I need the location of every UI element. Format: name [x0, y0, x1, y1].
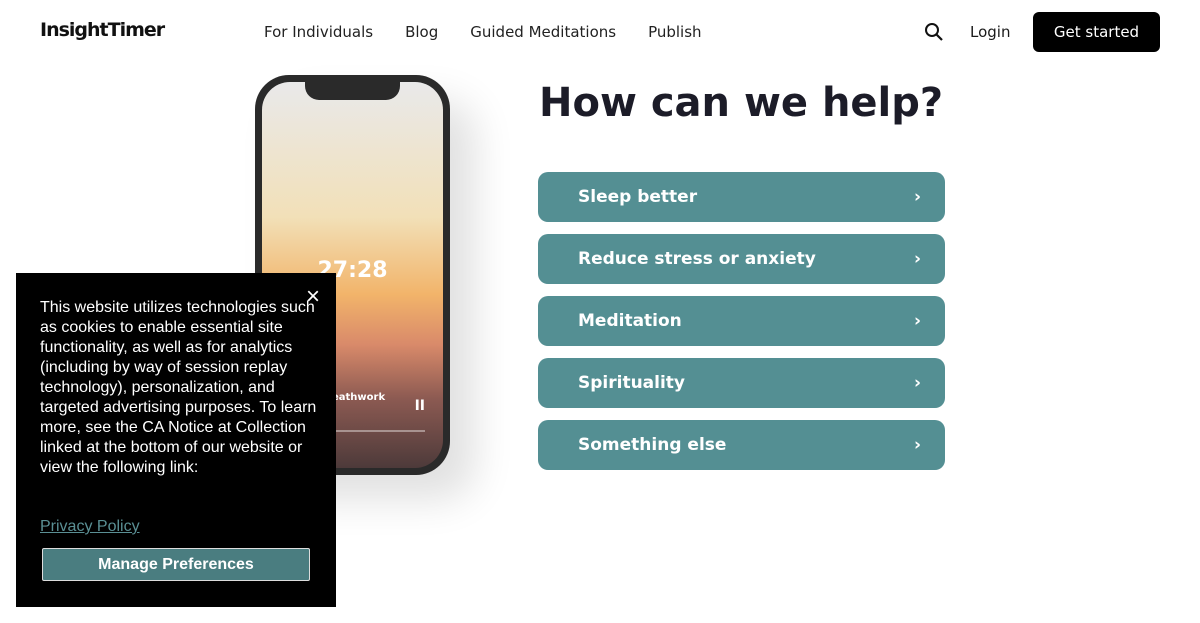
progress-bar: [332, 430, 425, 432]
help-options: Sleep better › Reduce stress or anxiety › …: [538, 172, 945, 482]
main-nav: For Individuals Blog Guided Meditations …: [264, 23, 702, 41]
privacy-policy-link[interactable]: Privacy Policy: [40, 518, 140, 536]
logo[interactable]: InsightTimer: [40, 19, 165, 41]
manage-preferences-button[interactable]: Manage Preferences: [42, 548, 310, 581]
pause-icon: II: [414, 398, 425, 414]
option-label: Something else: [578, 435, 727, 455]
nav-guided-meditations[interactable]: Guided Meditations: [470, 23, 616, 41]
chevron-right-icon: ›: [913, 373, 921, 393]
option-label: Meditation: [578, 311, 682, 331]
track-title: eathwork: [332, 392, 386, 403]
option-spirituality[interactable]: Spirituality ›: [538, 358, 945, 408]
cookie-banner: × This website utilizes technologies suc…: [16, 273, 336, 607]
login-link[interactable]: Login: [970, 23, 1010, 41]
nav-blog[interactable]: Blog: [405, 23, 438, 41]
nav-for-individuals[interactable]: For Individuals: [264, 23, 373, 41]
option-label: Reduce stress or anxiety: [578, 249, 816, 269]
chevron-right-icon: ›: [913, 249, 921, 269]
option-label: Spirituality: [578, 373, 686, 393]
option-something-else[interactable]: Something else ›: [538, 420, 945, 470]
nav-publish[interactable]: Publish: [648, 23, 701, 41]
chevron-right-icon: ›: [913, 187, 921, 207]
chevron-right-icon: ›: [913, 311, 921, 331]
chevron-right-icon: ›: [913, 435, 921, 455]
page-title: How can we help?: [539, 80, 944, 126]
option-reduce-stress[interactable]: Reduce stress or anxiety ›: [538, 234, 945, 284]
option-sleep-better[interactable]: Sleep better ›: [538, 172, 945, 222]
search-icon[interactable]: [924, 22, 944, 42]
option-label: Sleep better: [578, 187, 698, 207]
cookie-text: This website utilizes technologies such …: [40, 299, 317, 476]
phone-notch: [305, 82, 400, 100]
option-meditation[interactable]: Meditation ›: [538, 296, 945, 346]
get-started-button[interactable]: Get started: [1033, 12, 1160, 52]
